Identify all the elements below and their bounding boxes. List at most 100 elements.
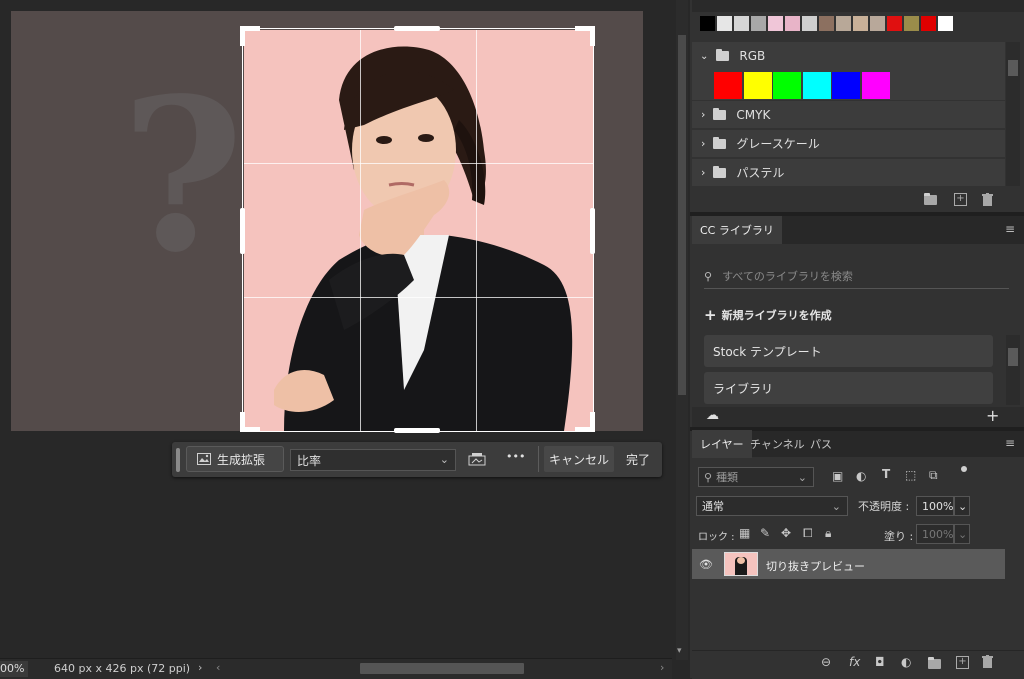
color-swatch[interactable]: [751, 16, 766, 31]
pixel-layer-filter-icon[interactable]: ▣: [832, 469, 843, 483]
link-layers-icon[interactable]: ⊖: [821, 655, 831, 669]
lock-position-icon[interactable]: ✥: [781, 526, 791, 540]
color-swatch[interactable]: [887, 16, 902, 31]
blend-mode-value: 通常: [702, 500, 724, 513]
fill-input[interactable]: 100%: [916, 524, 954, 544]
chevron-right-icon[interactable]: ›: [198, 661, 202, 674]
color-swatch[interactable]: [904, 16, 919, 31]
crop-frame[interactable]: [242, 28, 594, 432]
libraries-scrollbar[interactable]: [1006, 335, 1020, 405]
color-swatch[interactable]: [717, 16, 732, 31]
crop-handle-left[interactable]: [240, 208, 245, 254]
library-search-input[interactable]: ⚲ すべてのライブラリを検索: [704, 264, 1009, 289]
scroll-down-arrow-icon[interactable]: ▾: [677, 646, 682, 656]
crop-handle-top-left[interactable]: [240, 26, 245, 46]
new-swatch-icon[interactable]: +: [954, 193, 967, 206]
new-group-folder-icon[interactable]: [928, 657, 941, 672]
more-options-button[interactable]: •••: [506, 450, 525, 463]
library-item[interactable]: Stock テンプレート: [704, 335, 993, 367]
done-button[interactable]: 完了: [618, 446, 658, 472]
color-swatch[interactable]: [743, 72, 772, 99]
color-swatch[interactable]: [861, 72, 890, 99]
swatch-group-rgb[interactable]: ⌄ RGB: [692, 42, 1005, 70]
new-group-folder-icon[interactable]: [924, 193, 937, 208]
cancel-button[interactable]: キャンセル: [544, 446, 614, 472]
content-aware-fill-icon[interactable]: [468, 452, 486, 469]
new-layer-icon[interactable]: +: [956, 656, 969, 669]
trash-icon[interactable]: [982, 193, 993, 209]
crop-handle-top-right[interactable]: [590, 26, 595, 46]
color-swatch[interactable]: [768, 16, 783, 31]
lock-artboard-icon[interactable]: ⧠: [803, 526, 813, 541]
chevron-right-icon: ›: [701, 108, 706, 121]
layer-mask-icon[interactable]: ◘: [875, 655, 885, 669]
type-layer-filter-icon[interactable]: T: [882, 467, 890, 481]
vertical-scroll-thumb[interactable]: [678, 35, 686, 395]
swatch-group-label: グレースケール: [736, 137, 820, 151]
canvas-area[interactable]: ? 生成拡張 比率 ⌄ ••• キャンセル 完了: [0, 0, 672, 678]
swatch-group-pastel[interactable]: › パステル: [692, 159, 1005, 186]
opacity-input[interactable]: 100%: [916, 496, 954, 516]
shape-layer-filter-icon[interactable]: ⬚: [905, 468, 916, 482]
color-swatch[interactable]: [836, 16, 851, 31]
library-item[interactable]: ライブラリ: [704, 372, 993, 404]
add-plus-icon[interactable]: +: [986, 406, 999, 425]
color-swatch[interactable]: [714, 72, 742, 99]
toolbar-drag-handle[interactable]: [176, 448, 180, 472]
crop-handle-right[interactable]: [590, 208, 595, 254]
lock-image-pixels-icon[interactable]: ✎: [760, 526, 770, 540]
color-swatch[interactable]: [832, 72, 860, 99]
zoom-level-field[interactable]: 00%: [0, 661, 28, 677]
color-swatch[interactable]: [819, 16, 834, 31]
search-icon: ⚲: [704, 470, 713, 484]
create-library-button[interactable]: + 新規ライブラリを作成: [704, 306, 832, 324]
trash-icon[interactable]: [982, 655, 993, 671]
layer-name[interactable]: 切り抜きプレビュー: [766, 558, 865, 574]
color-swatch[interactable]: [938, 16, 953, 31]
scroll-right-arrow-icon[interactable]: ›: [660, 661, 664, 674]
color-swatch[interactable]: [870, 16, 885, 31]
lock-transparent-pixels-icon[interactable]: ▦: [739, 526, 750, 540]
adjustment-layer-icon[interactable]: ◐: [901, 655, 911, 669]
color-swatch[interactable]: [921, 16, 936, 31]
panel-menu-icon[interactable]: ≡: [1005, 222, 1015, 236]
fill-dropdown[interactable]: ⌄: [954, 524, 970, 544]
crop-handle-bottom-right[interactable]: [590, 412, 595, 432]
lock-all-icon[interactable]: 🔒︎: [825, 526, 831, 541]
color-swatch[interactable]: [734, 16, 749, 31]
color-swatch[interactable]: [853, 16, 868, 31]
color-swatch[interactable]: [700, 16, 715, 31]
smart-object-filter-icon[interactable]: ⧉: [929, 468, 938, 483]
crop-contextual-toolbar: 生成拡張 比率 ⌄ ••• キャンセル 完了: [172, 442, 662, 477]
tab-cc-libraries[interactable]: CC ライブラリ: [692, 216, 782, 244]
swatches-scroll-thumb[interactable]: [1008, 60, 1018, 76]
color-swatch[interactable]: [802, 16, 817, 31]
color-swatch[interactable]: [773, 72, 801, 99]
crop-handle-top[interactable]: [394, 26, 440, 31]
swatch-group-label: RGB: [739, 49, 766, 63]
adjustment-layer-filter-icon[interactable]: ◐: [856, 469, 866, 483]
swatch-group-grayscale[interactable]: › グレースケール: [692, 130, 1005, 157]
crop-handle-bottom-left[interactable]: [240, 412, 245, 432]
color-swatch[interactable]: [802, 72, 831, 99]
crop-handle-bottom[interactable]: [394, 428, 440, 433]
layer-style-fx-icon[interactable]: fx: [849, 655, 860, 669]
layer-filter-dropdown[interactable]: ⚲ 種類 ⌄: [698, 467, 814, 487]
panel-menu-icon[interactable]: ≡: [1005, 436, 1015, 450]
cloud-icon[interactable]: ☁: [706, 408, 719, 423]
filter-toggle-icon[interactable]: [961, 466, 967, 472]
tab-paths[interactable]: パス: [802, 430, 840, 458]
blend-mode-dropdown[interactable]: 通常 ⌄: [696, 496, 848, 516]
scroll-left-arrow-icon[interactable]: ‹: [216, 661, 220, 674]
visibility-eye-icon[interactable]: 👁︎: [699, 558, 713, 571]
generative-expand-button[interactable]: 生成拡張: [186, 446, 284, 472]
horizontal-scroll-thumb[interactable]: [360, 663, 524, 674]
folder-icon: [716, 49, 730, 61]
fill-label: 塗り :: [884, 530, 914, 543]
color-swatch[interactable]: [785, 16, 800, 31]
libraries-scroll-thumb[interactable]: [1008, 348, 1018, 366]
ratio-dropdown[interactable]: 比率 ⌄: [290, 449, 456, 471]
document-info[interactable]: 640 px x 426 px (72 ppi): [54, 662, 190, 675]
swatch-group-cmyk[interactable]: › CMYK: [692, 101, 1005, 128]
opacity-dropdown[interactable]: ⌄: [954, 496, 970, 516]
